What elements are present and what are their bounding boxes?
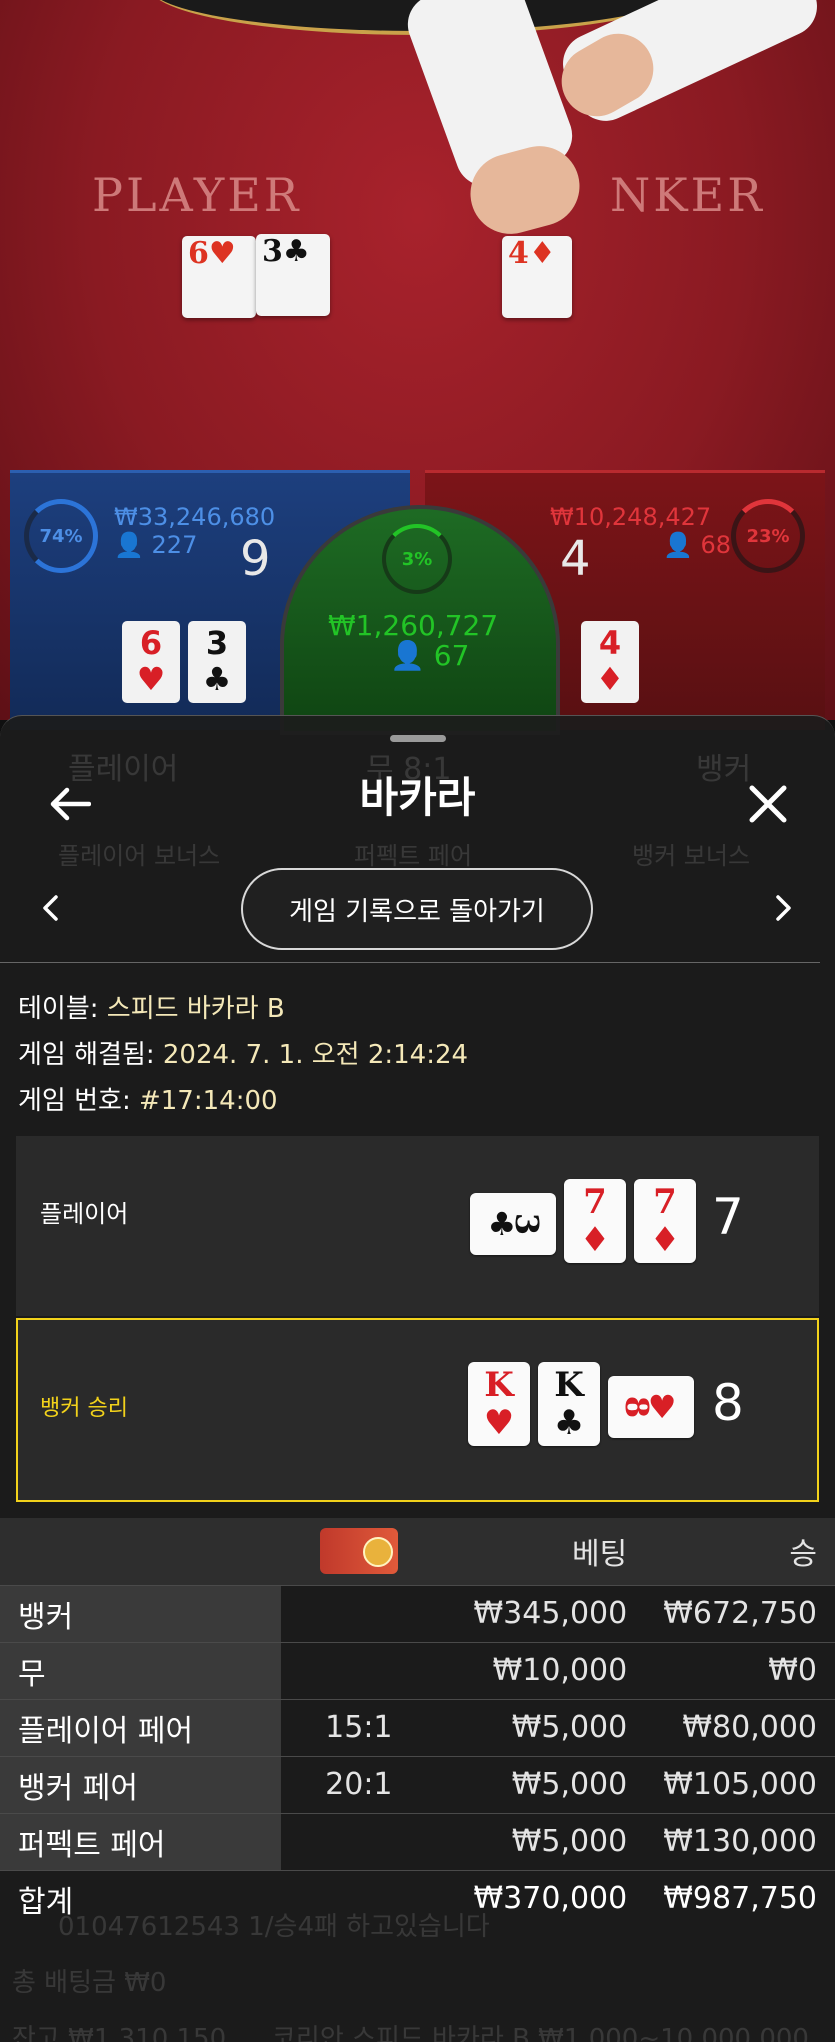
user-icon: 👤 [663,531,693,559]
tie-total-amount: ₩1,260,727 [328,609,499,642]
tie-percent-ring: 3% [382,524,452,594]
game-detail-sheet: 플레이어 무 8:1 뱅커 플레이어 보너스 퍼펙트 페어 뱅커 보너스 010… [0,715,835,2042]
table-row: 무 ₩10,000 ₩0 [0,1642,835,1700]
banker-score: 4 [560,531,591,587]
bet-amount: ₩5,000 [436,1813,646,1871]
banker-total-amount: ₩10,248,427 [550,503,712,531]
banker-win-label: 뱅커 승리 [40,1396,128,1421]
bet-name: 뱅커 페어 [0,1756,281,1814]
table-name-row: 테이블: 스피드 바카라 B [18,994,285,1024]
total-payout: ₩987,750 [663,1881,817,1917]
banker-bettors: 👤 68 [663,531,732,559]
card: 8♥ [608,1376,694,1438]
total-odds [281,1870,437,1927]
ghost-player-bonus: 플레이어 보너스 [58,842,221,870]
bet-payout: ₩130,000 [645,1813,835,1871]
banker-percent-ring: 23% [731,499,805,573]
bet-odds: 15:1 [280,1699,437,1757]
player-bettors: 👤 227 [114,531,198,559]
game-number-row: 게임 번호: #17:14:00 [18,1086,278,1116]
bet-payout: ₩672,750 [645,1585,835,1643]
bet-amount: ₩5,000 [436,1756,646,1814]
previous-game-button[interactable] [30,888,70,928]
app-root: PLAYER NKER 6♥ 3♣ 4♦ 74% ₩33,246,680 👤 2… [0,0,835,2042]
bets-table-header: 베팅 승 [0,1518,835,1586]
table-row: 퍼펙트 페어 ₩5,000 ₩130,000 [0,1813,835,1871]
player-score: 9 [240,531,271,587]
tie-bettors: 👤 67 [390,639,470,672]
chip-badge-icon [319,1528,398,1575]
player-card: 3 ♣ [188,621,246,703]
felt-card: 4♦ [502,236,572,318]
bet-payout: ₩105,000 [645,1756,835,1814]
player-hand-label: 플레이어 [40,1200,129,1228]
player-card: 6 ♥ [122,621,180,703]
user-icon: 👤 [390,639,425,672]
ghost-banker-bonus: 뱅커 보너스 [632,842,751,870]
header-cell: 승 [645,1518,835,1586]
player-total-amount: ₩33,246,680 [114,503,276,531]
player-percent-ring: 74% [24,499,98,573]
bet-odds: 20:1 [280,1756,437,1814]
divider [0,962,820,963]
player-hand-score: 7 [712,1188,744,1246]
total-row: 합계 ₩370,000 ₩987,750 [0,1870,835,1927]
banker-hand-row: 뱅커 승리 K ♥ K ♣ 8♥ 8 [16,1318,819,1502]
felt-banker-label: NKER [610,168,765,222]
ghost-total-bet: 총 배팅금 ₩0 [12,1968,167,1998]
bet-amount: ₩345,000 [436,1585,646,1643]
table-row: 플레이어 페어 15:1 ₩5,000 ₩80,000 [0,1699,835,1757]
back-to-history-button[interactable]: 게임 기록으로 돌아가기 [241,868,593,950]
ghost-balance: 잔고 ₩1,310,150 [12,2024,227,2042]
card: 7 ♦ [634,1179,696,1263]
bet-payout: ₩80,000 [645,1699,835,1757]
card: K ♥ [468,1362,530,1446]
close-button[interactable] [738,774,798,834]
table-row: 뱅커 페어 20:1 ₩5,000 ₩105,000 [0,1756,835,1814]
felt-card: 6♥ [182,236,256,318]
felt-card: 3♣ [256,234,330,316]
felt-player-label: PLAYER [92,168,302,222]
header-cell [280,1518,437,1586]
banker-hand-score: 8 [712,1374,744,1432]
ghost-table-limits: 코리안 스피드 바카라 B ₩1,000~10,000,000 [272,2024,809,2042]
bet-odds [280,1585,437,1643]
chevron-right-icon [776,895,791,921]
ghost-perfect-pair: 퍼펙트 페어 [354,842,473,870]
chevron-left-icon [43,895,58,921]
bet-payout: ₩0 [645,1642,835,1700]
total-bet: ₩370,000 [473,1881,628,1917]
player-hand-row: 플레이어 ♣3 7 ♦ 7 ♦ 7 [16,1136,819,1316]
bet-odds [280,1642,437,1700]
game-resolved-row: 게임 해결됨: 2024. 7. 1. 오전 2:14:24 [18,1040,469,1070]
banker-card: 4 ♦ [581,621,639,703]
bet-name: 퍼펙트 페어 [0,1813,281,1871]
card: 7 ♦ [564,1179,626,1263]
next-game-button[interactable] [764,888,804,928]
sheet-title: 바카라 [359,773,476,822]
bet-name: 뱅커 [0,1585,281,1643]
total-label: 합계 [18,1884,74,1920]
bet-odds [280,1813,437,1871]
bet-name: 무 [0,1642,281,1700]
header-cell [0,1518,281,1586]
card: ♣3 [470,1193,556,1255]
bets-table: 베팅 승 뱅커 ₩345,000 ₩672,750 무 ₩10,000 ₩0 플… [0,1518,835,1927]
card: K ♣ [538,1362,600,1446]
header-cell: 베팅 [436,1518,646,1586]
bet-name: 플레이어 페어 [0,1699,281,1757]
user-icon: 👤 [114,531,144,559]
close-icon [749,785,787,823]
drag-handle[interactable] [390,735,446,742]
table-row: 뱅커 ₩345,000 ₩672,750 [0,1585,835,1643]
bet-amount: ₩5,000 [436,1699,646,1757]
bet-amount: ₩10,000 [436,1642,646,1700]
